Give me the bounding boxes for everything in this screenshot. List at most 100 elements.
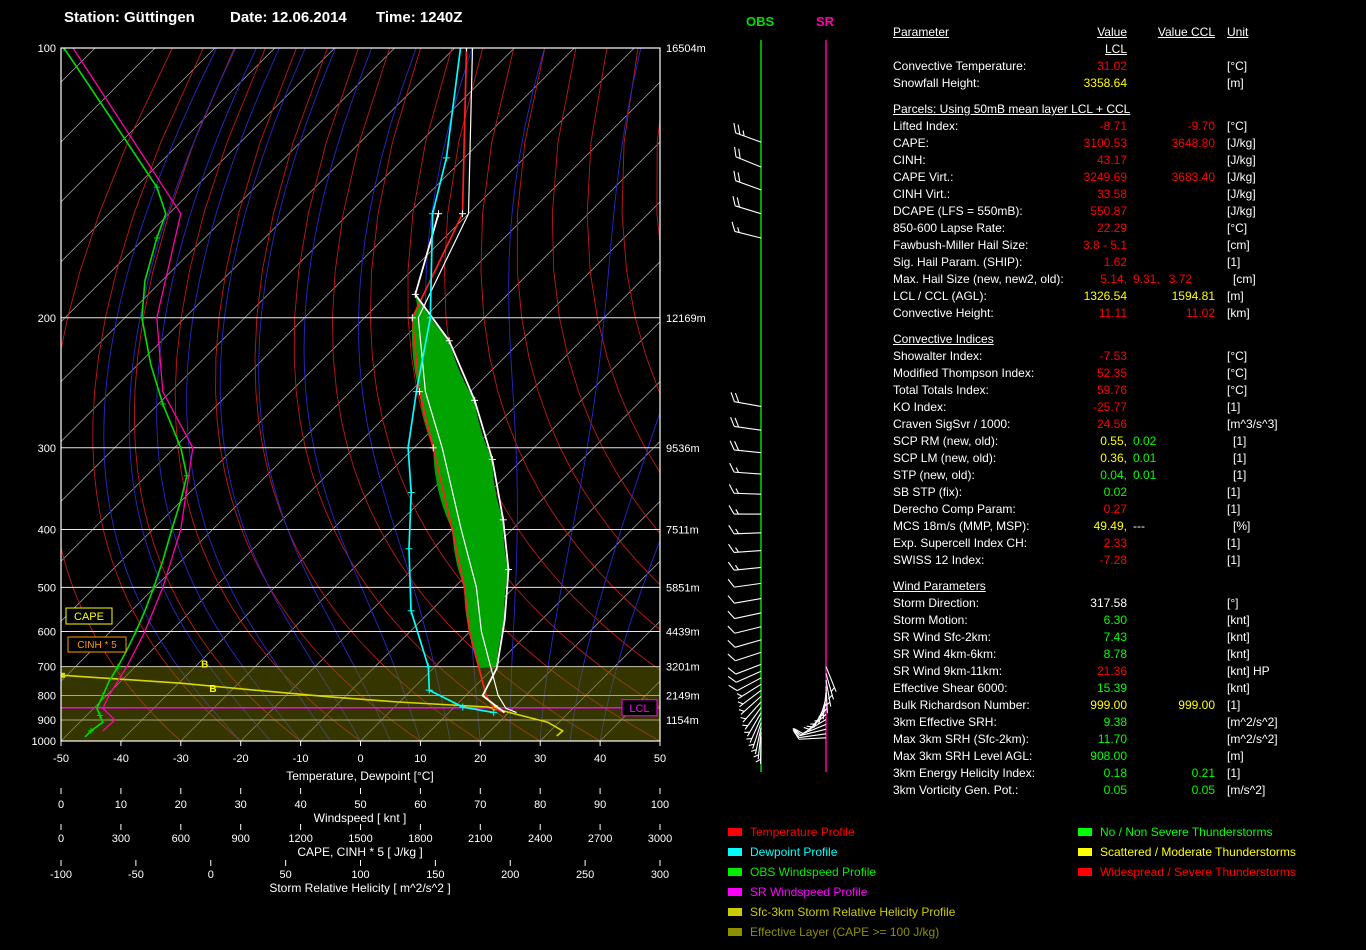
profile-legend-item: Dewpoint Profile xyxy=(728,842,955,862)
unit-label: [1] xyxy=(1233,468,1247,482)
value-ccl xyxy=(1127,663,1215,680)
unit-label: [knt] xyxy=(1227,613,1250,627)
param-name: Convective Temperature: xyxy=(893,59,1027,73)
legend-swatch-icon xyxy=(728,848,742,856)
legend-swatch-icon xyxy=(1078,848,1092,856)
param-name: 850-600 Lapse Rate: xyxy=(893,221,1006,235)
chart-label-cape: CAPE xyxy=(65,607,113,625)
svg-text:0: 0 xyxy=(357,753,363,765)
obs-column-label: OBS xyxy=(746,14,775,29)
svg-text:3201m: 3201m xyxy=(666,662,700,674)
value-lcl: 1326.54 xyxy=(1083,289,1127,303)
parameter-table-rows: Convective Temperature: 31.02 [°C] Snowfall… xyxy=(893,58,1361,799)
table-row: Storm Motion: 6.30 [knt] xyxy=(893,612,1361,629)
svg-text:0: 0 xyxy=(58,799,64,811)
table-row: CAPE: 3100.53 3648.80 [J/kg] xyxy=(893,135,1361,152)
value-ccl xyxy=(1127,254,1215,271)
severity-legend-item: Widespread / Severe Thunderstorms xyxy=(1078,862,1296,882)
svg-text:80: 80 xyxy=(534,799,546,811)
value-lcl: 31.02 xyxy=(1096,59,1127,73)
table-row: Max 3km SRH (Sfc-2km): 11.70 [m^2/s^2] xyxy=(893,731,1361,748)
date-title: Date: 12.06.2014 xyxy=(230,9,347,26)
severity-legend-item: Scattered / Moderate Thunderstorms xyxy=(1078,842,1296,862)
svg-text:3000: 3000 xyxy=(648,833,672,845)
unit-label: [1] xyxy=(1227,502,1241,516)
legend-label: No / Non Severe Thunderstorms xyxy=(1100,825,1273,839)
table-row: 3km Vorticity Gen. Pot.: 0.05 0.05 [m/s^2] xyxy=(893,782,1361,799)
svg-text:900: 900 xyxy=(232,833,250,845)
svg-text:0: 0 xyxy=(208,869,214,881)
chart-label-cinh-5: CINH * 5 xyxy=(67,636,127,653)
legend-swatch-icon xyxy=(1078,868,1092,876)
value-lcl: 0.55, xyxy=(1100,434,1127,448)
svg-text:600: 600 xyxy=(38,626,56,638)
table-section-header: Convective Indices xyxy=(893,332,994,346)
severity-legend-item: No / Non Severe Thunderstorms xyxy=(1078,822,1296,842)
value-ccl: 9.31, 3.72 xyxy=(1133,272,1193,286)
svg-text:5851m: 5851m xyxy=(666,582,700,594)
value-ccl xyxy=(1127,365,1215,382)
svg-text:Windspeed [ knt ]: Windspeed [ knt ] xyxy=(314,811,407,825)
svg-text:-50: -50 xyxy=(53,753,69,765)
table-row: Max 3km SRH Level AGL: 908.00 [m] xyxy=(893,748,1361,765)
value-lcl: 0.05 xyxy=(1103,783,1127,797)
table-section-header: Wind Parameters xyxy=(893,579,986,593)
value-lcl: 49.49, xyxy=(1093,519,1127,533)
unit-label: [J/kg] xyxy=(1227,170,1256,184)
value-lcl: 8.78 xyxy=(1103,647,1127,661)
effective-layer-band xyxy=(61,666,660,741)
unit-label: [knt] HP xyxy=(1227,664,1270,678)
unit-label: [m] xyxy=(1227,749,1244,763)
svg-text:1200: 1200 xyxy=(288,833,312,845)
param-name: Showalter Index: xyxy=(893,349,983,363)
svg-text:90: 90 xyxy=(594,799,606,811)
unit-label: [1] xyxy=(1233,434,1247,448)
value-lcl: -25.77 xyxy=(1092,400,1127,414)
svg-text:-30: -30 xyxy=(173,753,189,765)
param-name: Max. Hail Size (new, new2, old): xyxy=(893,272,1064,286)
unit-label: [knt] xyxy=(1227,647,1250,661)
value-ccl xyxy=(1127,58,1215,75)
param-name: Exp. Supercell Index CH: xyxy=(893,536,1028,550)
unit-label: [cm] xyxy=(1233,272,1256,286)
svg-text:70: 70 xyxy=(474,799,486,811)
profile-legend-item: Temperature Profile xyxy=(728,822,955,842)
svg-text:20: 20 xyxy=(175,799,187,811)
param-name: Storm Direction: xyxy=(893,596,980,610)
value-ccl xyxy=(1127,731,1215,748)
svg-text:400: 400 xyxy=(38,524,56,536)
value-lcl: 24.56 xyxy=(1096,417,1127,431)
svg-text:50: 50 xyxy=(280,869,292,881)
svg-text:CAPE, CINH * 5 [ J/kg ]: CAPE, CINH * 5 [ J/kg ] xyxy=(297,845,422,859)
value-ccl xyxy=(1127,348,1215,365)
table-row: Sig. Hail Param. (SHIP): 1.62 [1] xyxy=(893,254,1361,271)
unit-label: [J/kg] xyxy=(1227,187,1256,201)
table-row: SCP LM (new, old): 0.36, 0.01 [1] xyxy=(893,450,1361,467)
value-lcl: 33.58 xyxy=(1096,187,1127,201)
header-unit: Unit xyxy=(1227,25,1249,39)
value-ccl xyxy=(1127,399,1215,416)
table-row: Max. Hail Size (new, new2, old): 5.14, 9.3… xyxy=(893,271,1361,288)
unit-label: [°C] xyxy=(1227,349,1248,363)
param-name: Craven SigSvr / 1000: xyxy=(893,417,1011,431)
value-ccl xyxy=(1127,595,1215,612)
param-name: MCS 18m/s (MMP, MSP): xyxy=(893,519,1030,533)
unit-label: [m] xyxy=(1227,289,1244,303)
station-label: Station: xyxy=(64,9,120,26)
value-ccl xyxy=(1127,237,1215,254)
table-row: Bulk Richardson Number: 999.00 999.00 [1] xyxy=(893,697,1361,714)
plot-border xyxy=(60,47,661,742)
value-lcl: 21.36 xyxy=(1096,664,1127,678)
value-lcl: 6.30 xyxy=(1103,613,1127,627)
legend-swatch-icon xyxy=(1078,828,1092,836)
value-ccl: 0.02 xyxy=(1133,434,1157,448)
legend-label: SR Windspeed Profile xyxy=(750,885,868,899)
chart-label-lcl: LCL xyxy=(621,699,658,717)
param-name: Fawbush-Miller Hail Size: xyxy=(893,238,1029,252)
value-ccl xyxy=(1127,714,1215,731)
table-row: CINH Virt.: 33.58 [J/kg] xyxy=(893,186,1361,203)
svg-text:30: 30 xyxy=(534,753,546,765)
unit-label: [J/kg] xyxy=(1227,204,1256,218)
value-ccl xyxy=(1127,552,1215,569)
value-ccl: 999.00 xyxy=(1178,698,1215,712)
